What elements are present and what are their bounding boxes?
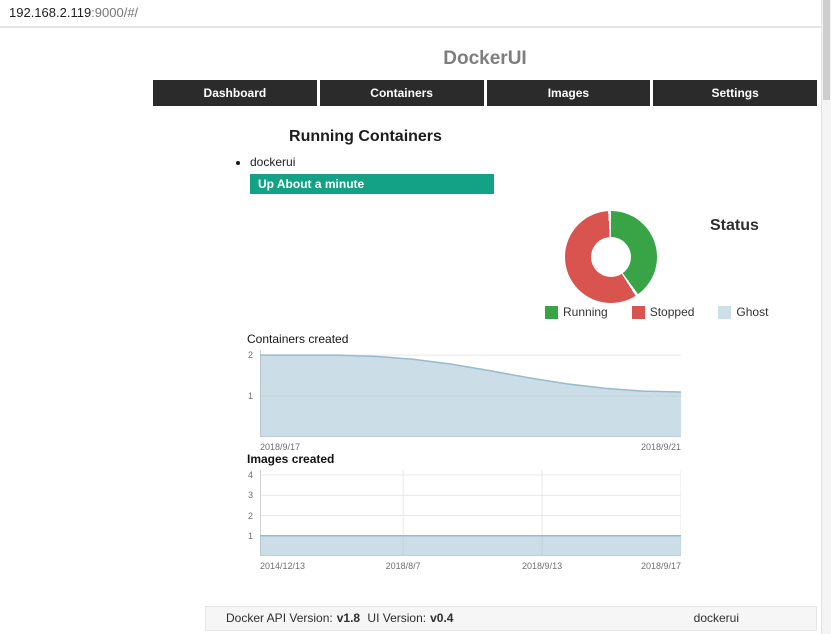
legend-label: Ghost [736, 305, 769, 319]
legend-swatch-ghost [718, 305, 732, 319]
x-tick-label: 2018/8/7 [385, 561, 421, 571]
footer-brand: dockerui [693, 611, 739, 625]
legend-label: Running [563, 305, 608, 319]
container-name-link[interactable]: dockerui [250, 155, 295, 169]
x-tick-label: 2018/9/17 [260, 442, 301, 452]
nav-item-settings[interactable]: Settings [653, 80, 817, 106]
nav-item-containers[interactable]: Containers [319, 80, 484, 106]
x-tick-label: 2018/9/21 [640, 442, 681, 452]
status-legend: Running Stopped Ghost [545, 305, 768, 319]
legend-item-stopped: Stopped [631, 305, 695, 319]
images-created-title: Images created [247, 452, 335, 466]
footer-versions: Docker API Version: v1.8 UI Version: v0.4 [226, 607, 457, 630]
url-host: 192.168.2.119 [9, 5, 92, 20]
legend-swatch-stopped [631, 305, 645, 319]
y-tick-label: 2 [247, 510, 253, 521]
x-tick-label: 2014/12/13 [260, 561, 306, 571]
container-status-badge: Up About a minute [250, 174, 494, 194]
containers-chart-x-axis: 2018/9/17 2018/9/21 [260, 437, 681, 453]
images-created-chart: 1 2 3 4 2014/12/13 2018/8/7 2018/9/13 2018/9/1… [248, 470, 681, 571]
url-path: :9000/#/ [91, 5, 139, 20]
browser-address-bar[interactable]: 192.168.2.119:9000/#/ [0, 0, 831, 28]
ui-version-label: UI Version: [367, 611, 427, 625]
containers-chart-y-axis: 12 [238, 350, 256, 437]
ui-version-value: v0.4 [430, 611, 454, 625]
y-tick-label: 3 [247, 490, 253, 501]
legend-item-ghost: Ghost [718, 305, 768, 319]
y-tick-label: 4 [247, 470, 253, 481]
legend-item-running: Running [545, 305, 608, 319]
x-tick-label: 2018/9/17 [640, 561, 681, 571]
scrollbar-thumb[interactable] [823, 0, 830, 100]
x-tick-label: 2018/9/13 [522, 561, 563, 571]
scrollbar-track[interactable] [821, 0, 831, 634]
legend-label: Stopped [649, 305, 695, 319]
nav-item-dashboard[interactable]: Dashboard [153, 80, 317, 106]
images-chart-y-axis: 1 2 3 4 [238, 470, 256, 556]
nav-item-images[interactable]: Images [486, 80, 651, 106]
containers-created-chart: 1 2 2018/9/17 2018/9/21 [248, 350, 681, 452]
status-chart-title: Status [710, 217, 759, 234]
container-list: dockerui Up About a minute [217, 155, 537, 194]
page-title: DockerUI [443, 48, 527, 69]
status-donut-chart [565, 211, 657, 303]
main-nav: Dashboard Containers Images Settings [153, 80, 817, 106]
containers-created-title: Containers created [247, 332, 349, 346]
api-version-value: v1.8 [336, 611, 361, 625]
y-tick-label: 2 [247, 350, 253, 361]
y-tick-label: 1 [247, 391, 253, 402]
legend-swatch-running [545, 305, 558, 319]
images-chart-x-axis: 2014/12/13 2018/8/7 2018/9/13 2018/9/17 [260, 556, 681, 572]
running-containers-title: Running Containers [289, 128, 442, 145]
page-root: 192.168.2.119:9000/#/ DockerUI Dashboard… [0, 0, 831, 634]
y-tick-label: 1 [247, 530, 253, 541]
container-list-item: dockerui Up About a minute [250, 155, 537, 194]
api-version-label: Docker API Version: [226, 611, 333, 625]
footer-bar: Docker API Version: v1.8 UI Version: v0.4 … [205, 606, 817, 631]
